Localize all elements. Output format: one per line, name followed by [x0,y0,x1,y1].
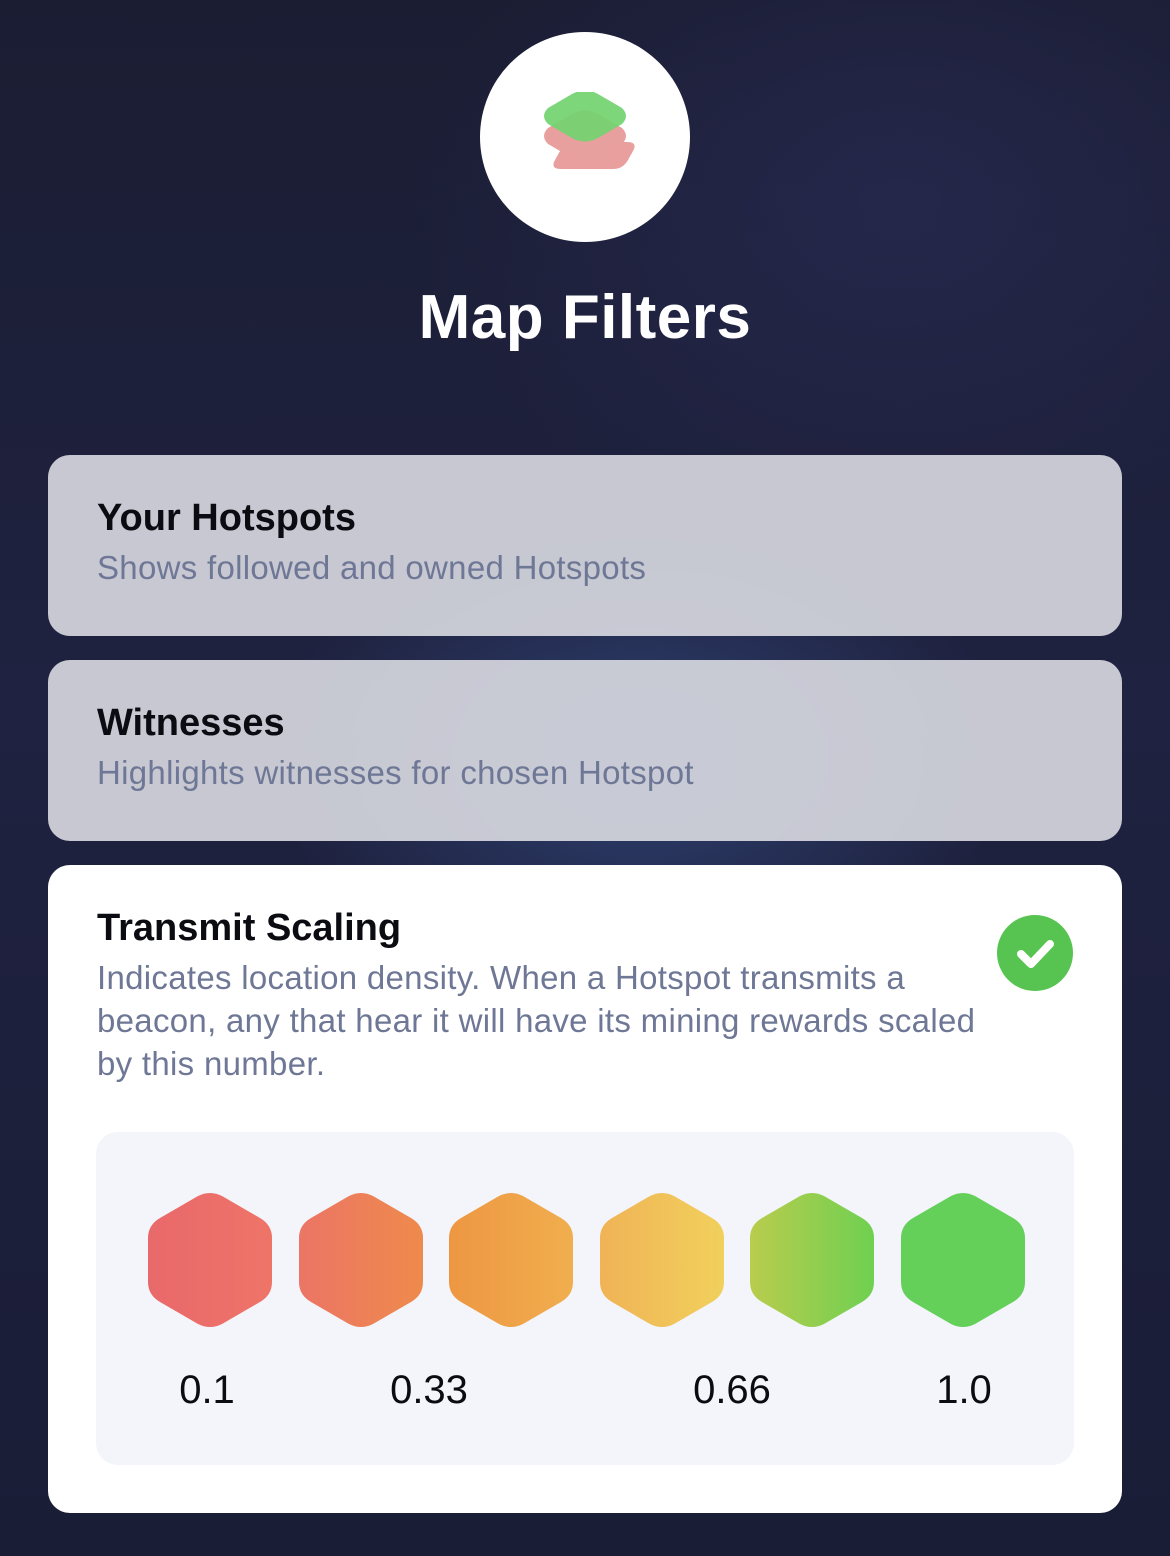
scale-label: 0.33 [390,1368,468,1412]
map-filters-logo [480,32,690,242]
filter-description: Highlights witnesses for chosen Hotspot [97,754,694,791]
scale-hexagon [599,1193,724,1327]
filter-description: Shows followed and owned Hotspots [97,549,647,586]
scale-label: 0.1 [179,1368,235,1412]
filter-your-hotspots[interactable]: Your Hotspots Shows followed and owned H… [48,455,1122,636]
layers-icon [544,92,635,169]
scale-label: 0.66 [693,1368,771,1412]
filter-description: Indicates location density. When a Hotsp… [97,959,976,1082]
scale-hexagon [750,1193,874,1327]
filter-title: Transmit Scaling [97,907,402,949]
scale-hexagon [148,1193,272,1327]
filter-title: Your Hotspots [97,497,356,539]
page-title: Map Filters [418,283,752,352]
filter-witnesses[interactable]: Witnesses Highlights witnesses for chose… [48,660,1122,841]
scale-hexagon [449,1193,573,1327]
scale-label: 1.0 [936,1368,992,1412]
scale-hexagon [298,1193,423,1327]
scale-hexagon [900,1193,1025,1327]
transmit-scale-legend: 0.1 0.33 0.66 1.0 [96,1132,1074,1465]
filter-title: Witnesses [97,702,285,744]
checkmark-icon [997,915,1073,991]
filter-transmit-scaling[interactable]: Transmit Scaling Indicates location dens… [48,865,1122,1513]
